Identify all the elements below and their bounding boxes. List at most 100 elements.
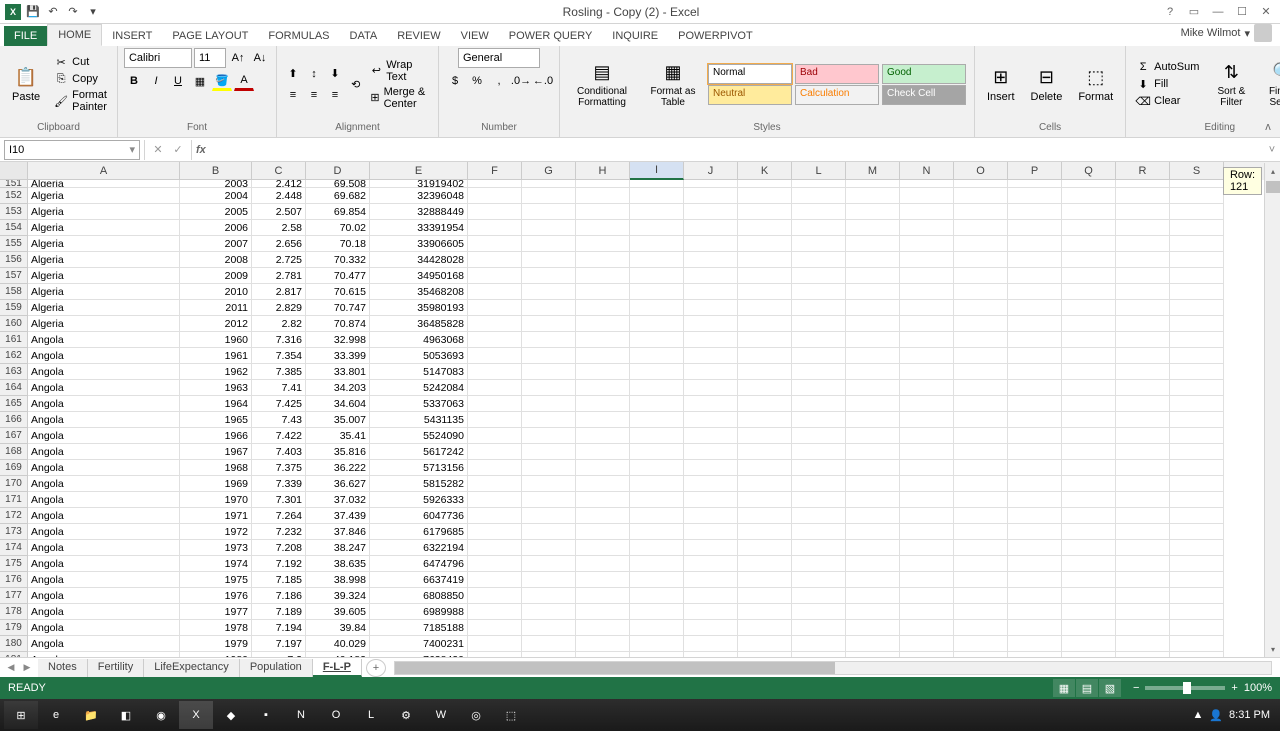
cell[interactable]: 37.846	[306, 524, 370, 540]
column-header-B[interactable]: B	[180, 162, 252, 180]
cell[interactable]: 70.747	[306, 300, 370, 316]
cell[interactable]	[630, 252, 684, 268]
cell[interactable]	[846, 284, 900, 300]
cell[interactable]	[900, 268, 954, 284]
cell[interactable]	[468, 540, 522, 556]
cell[interactable]	[468, 508, 522, 524]
cell[interactable]: 1960	[180, 332, 252, 348]
column-header-J[interactable]: J	[684, 162, 738, 180]
cell[interactable]	[522, 604, 576, 620]
cell[interactable]	[738, 460, 792, 476]
cell[interactable]: 33391954	[370, 220, 468, 236]
cell[interactable]	[684, 220, 738, 236]
cell[interactable]: 36.627	[306, 476, 370, 492]
cell[interactable]	[954, 380, 1008, 396]
cell[interactable]	[468, 476, 522, 492]
cell[interactable]	[738, 332, 792, 348]
cell[interactable]	[1116, 412, 1170, 428]
cell[interactable]: 1961	[180, 348, 252, 364]
cell[interactable]	[738, 348, 792, 364]
cell[interactable]	[738, 364, 792, 380]
cell[interactable]: Angola	[28, 604, 180, 620]
cell[interactable]	[1008, 396, 1062, 412]
cell[interactable]	[1008, 332, 1062, 348]
row-header[interactable]: 166	[0, 412, 28, 428]
column-header-G[interactable]: G	[522, 162, 576, 180]
row-header[interactable]: 155	[0, 236, 28, 252]
cell[interactable]	[792, 316, 846, 332]
cell[interactable]	[1062, 180, 1116, 188]
fill-button[interactable]: ⬇Fill	[1132, 76, 1203, 92]
cell[interactable]	[792, 604, 846, 620]
taskbar-app-icon[interactable]: ⬚	[494, 701, 528, 729]
cell[interactable]	[1116, 460, 1170, 476]
cell[interactable]	[900, 188, 954, 204]
cell[interactable]: 1969	[180, 476, 252, 492]
cell[interactable]	[1008, 412, 1062, 428]
tab-file[interactable]: FILE	[4, 26, 47, 46]
cell[interactable]	[1062, 348, 1116, 364]
cell[interactable]	[1116, 620, 1170, 636]
row-header[interactable]: 169	[0, 460, 28, 476]
expand-formula-icon[interactable]: ˅	[1264, 144, 1280, 156]
cell[interactable]	[954, 620, 1008, 636]
cell[interactable]	[846, 380, 900, 396]
start-button[interactable]: ⊞	[4, 701, 38, 729]
cell[interactable]	[468, 524, 522, 540]
cell[interactable]	[900, 556, 954, 572]
cell[interactable]	[954, 508, 1008, 524]
cell[interactable]: 70.477	[306, 268, 370, 284]
cell[interactable]	[468, 636, 522, 652]
cell[interactable]	[792, 348, 846, 364]
cell[interactable]	[792, 588, 846, 604]
cell[interactable]	[1008, 316, 1062, 332]
column-header-O[interactable]: O	[954, 162, 1008, 180]
cell[interactable]	[1170, 428, 1224, 444]
cell[interactable]	[1062, 428, 1116, 444]
sheet-tab-population[interactable]: Population	[240, 659, 313, 677]
cell[interactable]: 7.339	[252, 476, 306, 492]
cell[interactable]: 6808850	[370, 588, 468, 604]
onenote-icon[interactable]: N	[284, 701, 318, 729]
cell[interactable]	[684, 380, 738, 396]
cell[interactable]	[846, 316, 900, 332]
cell[interactable]	[1062, 364, 1116, 380]
cell[interactable]: 7.43	[252, 412, 306, 428]
paste-button[interactable]: 📋 Paste	[6, 63, 46, 105]
italic-button[interactable]: I	[146, 71, 166, 91]
cell[interactable]	[468, 412, 522, 428]
cell[interactable]	[1062, 268, 1116, 284]
cell[interactable]	[576, 556, 630, 572]
column-header-P[interactable]: P	[1008, 162, 1062, 180]
zoom-level[interactable]: 100%	[1244, 682, 1272, 694]
cell[interactable]: 2008	[180, 252, 252, 268]
sheet-nav-last-icon[interactable]: ▶	[20, 660, 34, 676]
cell[interactable]: 2.448	[252, 188, 306, 204]
cell[interactable]: 5926333	[370, 492, 468, 508]
row-header[interactable]: 170	[0, 476, 28, 492]
cell[interactable]	[792, 508, 846, 524]
normal-view-icon[interactable]: ▦	[1053, 679, 1075, 697]
cell[interactable]: 34950168	[370, 268, 468, 284]
cell[interactable]: Angola	[28, 652, 180, 657]
cell[interactable]: 5147083	[370, 364, 468, 380]
cell[interactable]: 2.507	[252, 204, 306, 220]
cell[interactable]	[900, 380, 954, 396]
cell[interactable]: 7.41	[252, 380, 306, 396]
cell[interactable]	[846, 572, 900, 588]
cell[interactable]	[1170, 620, 1224, 636]
cell[interactable]	[468, 220, 522, 236]
cell[interactable]	[1170, 396, 1224, 412]
cell[interactable]	[792, 524, 846, 540]
cell[interactable]	[522, 492, 576, 508]
cell[interactable]	[630, 180, 684, 188]
row-header[interactable]: 180	[0, 636, 28, 652]
row-header[interactable]: 161	[0, 332, 28, 348]
cell[interactable]: Angola	[28, 524, 180, 540]
cell[interactable]	[792, 396, 846, 412]
row-header[interactable]: 152	[0, 188, 28, 204]
cell[interactable]: 7.354	[252, 348, 306, 364]
cell[interactable]: 7.189	[252, 604, 306, 620]
cell[interactable]: 1972	[180, 524, 252, 540]
page-break-view-icon[interactable]: ▧	[1099, 679, 1121, 697]
